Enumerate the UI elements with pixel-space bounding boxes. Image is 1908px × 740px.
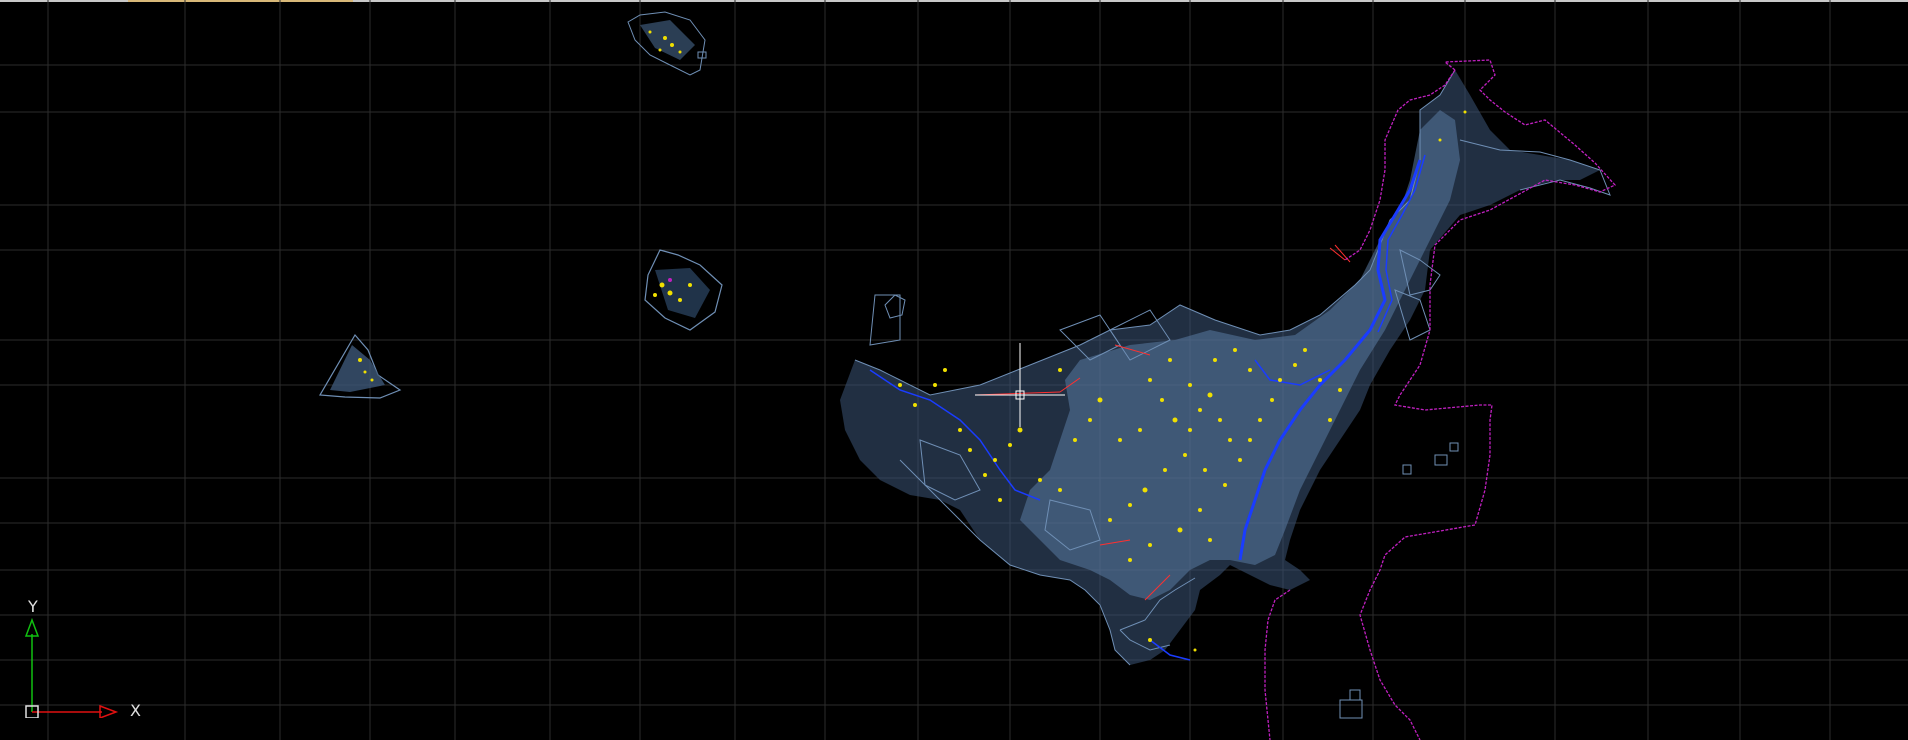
drawing-svg — [0, 0, 1908, 740]
ucs-x-label: X — [130, 701, 141, 720]
drawing-cluster-west-center[interactable] — [644, 249, 723, 331]
background-grid — [0, 0, 1908, 740]
cad-drawing-canvas[interactable]: Y X — [0, 0, 1908, 740]
ucs-icon — [24, 617, 119, 718]
drawing-main-city[interactable] — [840, 69, 1611, 719]
ucs-y-label: Y — [28, 597, 38, 616]
drawing-cluster-west[interactable] — [319, 333, 402, 399]
